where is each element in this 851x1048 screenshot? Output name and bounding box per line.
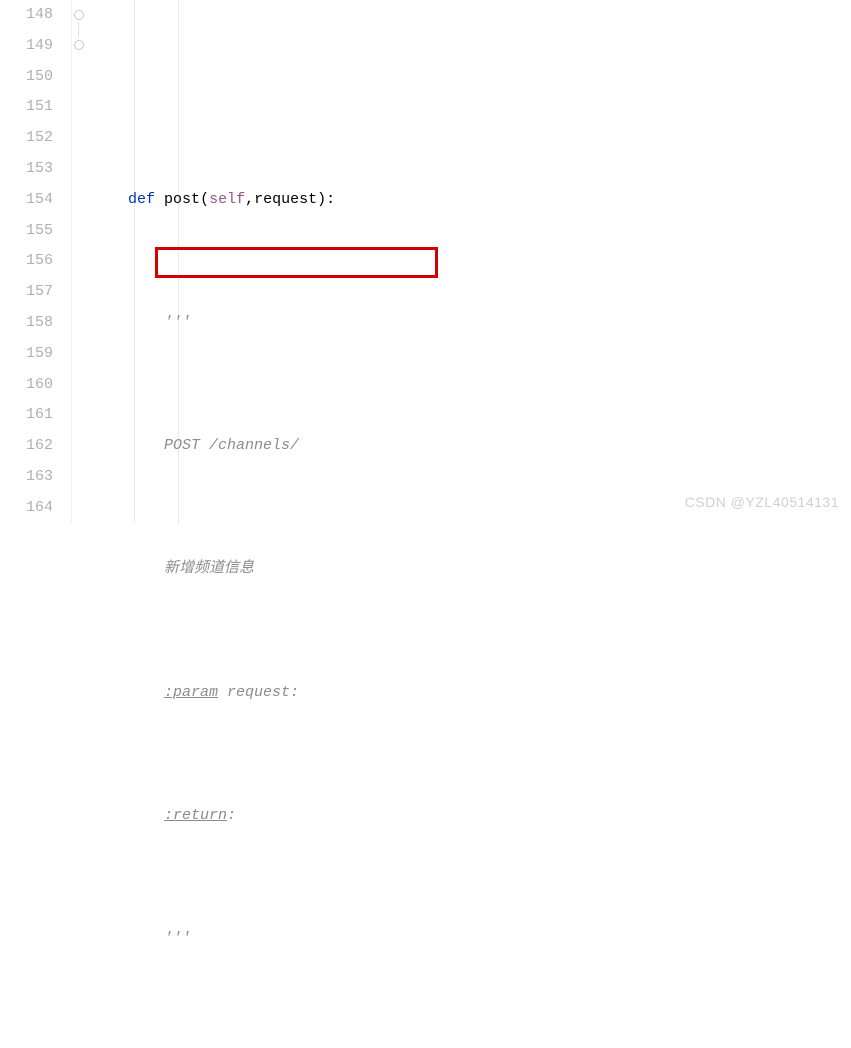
docstring-param-tag: :param <box>164 684 218 701</box>
line-number: 158 <box>0 308 53 339</box>
line-number: 152 <box>0 123 53 154</box>
line-number: 164 <box>0 493 53 524</box>
function-name: post <box>164 191 200 208</box>
line-number: 155 <box>0 216 53 247</box>
line-number: 150 <box>0 62 53 93</box>
line-number: 151 <box>0 92 53 123</box>
docstring-text: 新增频道信息 <box>164 560 254 577</box>
line-number: 160 <box>0 370 53 401</box>
line-number: 159 <box>0 339 53 370</box>
self-param: self <box>209 191 245 208</box>
annotation-highlight-box <box>155 247 438 278</box>
param-name: request <box>254 191 317 208</box>
code-line[interactable]: :param request: <box>92 678 851 709</box>
line-number: 163 <box>0 462 53 493</box>
fold-toggle-icon[interactable] <box>74 40 84 50</box>
code-line[interactable]: ''' <box>92 924 851 955</box>
docstring-text: POST /channels/ <box>164 437 299 454</box>
code-line[interactable]: POST /channels/ <box>92 431 851 462</box>
watermark-text: CSDN @YZL40514131 <box>685 487 839 518</box>
code-line[interactable]: ''' <box>92 308 851 339</box>
docstring-return-tag: :return <box>164 807 227 824</box>
line-number: 154 <box>0 185 53 216</box>
docstring-quote: ''' <box>164 930 191 947</box>
line-number: 156 <box>0 246 53 277</box>
keyword-def: def <box>128 191 155 208</box>
docstring-text: request: <box>218 684 299 701</box>
line-number: 157 <box>0 277 53 308</box>
fold-toggle-icon[interactable] <box>74 10 84 20</box>
code-line[interactable]: :return: <box>92 801 851 832</box>
line-number: 162 <box>0 431 53 462</box>
line-number: 153 <box>0 154 53 185</box>
line-number: 149 <box>0 31 53 62</box>
code-line[interactable]: 新增频道信息 <box>92 554 851 585</box>
code-line[interactable]: #接收前端传递过来的参数 <box>92 1047 851 1048</box>
fold-region <box>72 0 90 524</box>
docstring-quote: ''' <box>164 314 191 331</box>
line-number-gutter: 148 149 150 151 152 153 154 155 156 157 … <box>0 0 72 524</box>
line-number: 148 <box>0 0 53 31</box>
code-line[interactable]: def post(self,request): <box>92 185 851 216</box>
line-number: 161 <box>0 400 53 431</box>
